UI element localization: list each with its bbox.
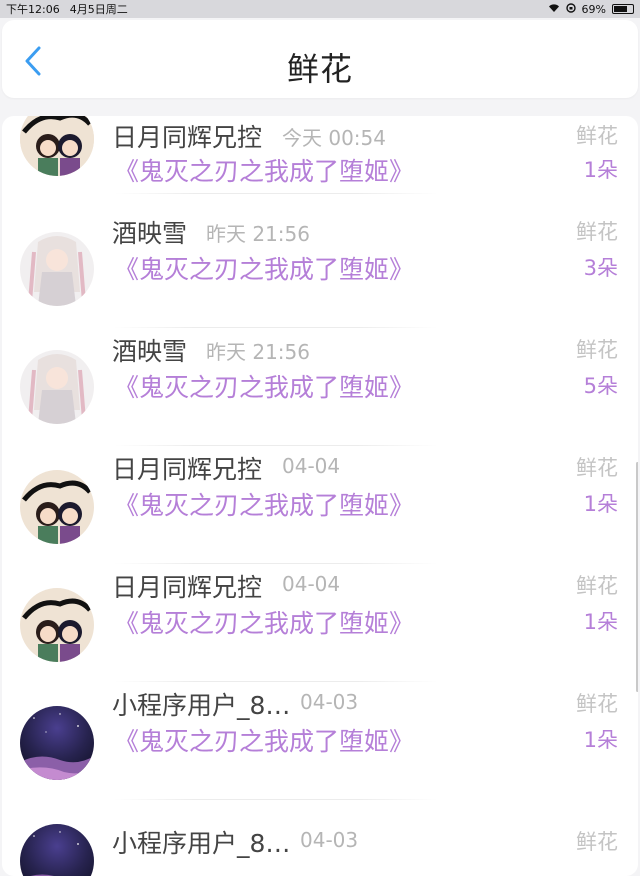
gift-type: 鲜花 xyxy=(576,338,618,362)
book-title-link[interactable]: 《鬼灭之刃之我成了堕姬》 xyxy=(114,250,414,286)
night-sky-avatar-icon xyxy=(20,706,94,780)
gift-time: 昨天 21:56 xyxy=(206,340,310,364)
gift-record-row[interactable]: 酒映雪 昨天 21:56 《鬼灭之刃之我成了堕姬》 鲜花 5朵 xyxy=(2,328,638,446)
username: 日月同辉兄控 xyxy=(112,573,263,602)
gift-type: 鲜花 xyxy=(576,692,618,716)
username: 小程序用户_8… xyxy=(112,829,291,858)
gift-type: 鲜花 xyxy=(576,574,618,598)
white-hair-girl-avatar-icon xyxy=(20,232,94,306)
gift-type: 鲜花 xyxy=(576,830,618,854)
white-hair-girl-avatar-icon xyxy=(20,350,94,424)
gift-type: 鲜花 xyxy=(576,456,618,480)
gift-count: 3朵 xyxy=(583,256,618,280)
gift-record-list: 日月同辉兄控 今天 00:54 《鬼灭之刃之我成了堕姬》 鲜花 1朵 酒映雪 昨… xyxy=(2,116,638,876)
battery-icon xyxy=(612,4,634,14)
status-bar: 下午12:06 4月5日周二 69% xyxy=(0,0,640,18)
book-title-link[interactable]: 《鬼灭之刃之我成了堕姬》 xyxy=(114,722,414,758)
anime-pair-avatar-icon xyxy=(20,470,94,544)
scrollbar[interactable] xyxy=(636,462,638,692)
gift-record-row[interactable]: 日月同辉兄控 04-04 《鬼灭之刃之我成了堕姬》 鲜花 1朵 xyxy=(2,446,638,564)
gift-record-row[interactable]: 日月同辉兄控 今天 00:54 《鬼灭之刃之我成了堕姬》 鲜花 1朵 xyxy=(2,116,638,194)
gift-time: 04-04 xyxy=(282,454,341,478)
book-title-link[interactable]: 《鬼灭之刃之我成了堕姬》 xyxy=(114,486,414,522)
gift-count: 1朵 xyxy=(583,728,618,752)
gift-count: 1朵 xyxy=(583,492,618,516)
avatar xyxy=(20,470,94,544)
gift-type: 鲜花 xyxy=(576,124,618,148)
book-title-link[interactable]: 《鬼灭之刃之我成了堕姬》 xyxy=(114,604,414,640)
status-date: 4月5日周二 xyxy=(69,3,128,16)
username: 小程序用户_8… xyxy=(112,691,291,720)
avatar xyxy=(20,232,94,306)
gift-time: 今天 00:54 xyxy=(282,126,386,150)
anime-pair-avatar-icon xyxy=(20,588,94,662)
gift-time: 04-04 xyxy=(282,572,341,596)
gift-time: 04-03 xyxy=(300,828,359,852)
gift-count: 5朵 xyxy=(583,374,618,398)
nav-bar: 鲜花 xyxy=(2,20,638,98)
wifi-icon xyxy=(548,3,560,16)
night-sky-avatar-icon xyxy=(20,824,94,876)
avatar xyxy=(20,706,94,780)
username: 日月同辉兄控 xyxy=(112,455,263,484)
status-time: 下午12:06 xyxy=(6,3,60,16)
page-title: 鲜花 xyxy=(286,50,353,88)
avatar xyxy=(20,116,94,176)
anime-pair-avatar-icon xyxy=(20,116,94,176)
battery-percent: 69% xyxy=(581,2,606,16)
gift-count: 1朵 xyxy=(583,610,618,634)
username: 酒映雪 xyxy=(112,337,188,366)
gift-type: 鲜花 xyxy=(576,220,618,244)
gift-time: 04-03 xyxy=(300,690,359,714)
username: 日月同辉兄控 xyxy=(112,123,263,152)
gift-time: 昨天 21:56 xyxy=(206,222,310,246)
gift-record-row[interactable]: 酒映雪 昨天 21:56 《鬼灭之刃之我成了堕姬》 鲜花 3朵 xyxy=(2,210,638,328)
gift-record-row[interactable]: 日月同辉兄控 04-04 《鬼灭之刃之我成了堕姬》 鲜花 1朵 xyxy=(2,564,638,682)
book-title-link[interactable]: 《鬼灭之刃之我成了堕姬》 xyxy=(114,152,414,188)
avatar xyxy=(20,350,94,424)
divider xyxy=(114,193,438,194)
username: 酒映雪 xyxy=(112,219,188,248)
avatar xyxy=(20,824,94,876)
gift-record-row[interactable]: 小程序用户_8… 04-03 《鬼灭之刃之我成了堕姬》 鲜花 1朵 xyxy=(2,682,638,800)
gift-record-row[interactable]: 小程序用户_8… 04-03 鲜花 xyxy=(2,800,638,876)
gift-count: 1朵 xyxy=(583,158,618,182)
book-title-link[interactable]: 《鬼灭之刃之我成了堕姬》 xyxy=(114,368,414,404)
orientation-lock-icon xyxy=(565,2,576,16)
avatar xyxy=(20,588,94,662)
